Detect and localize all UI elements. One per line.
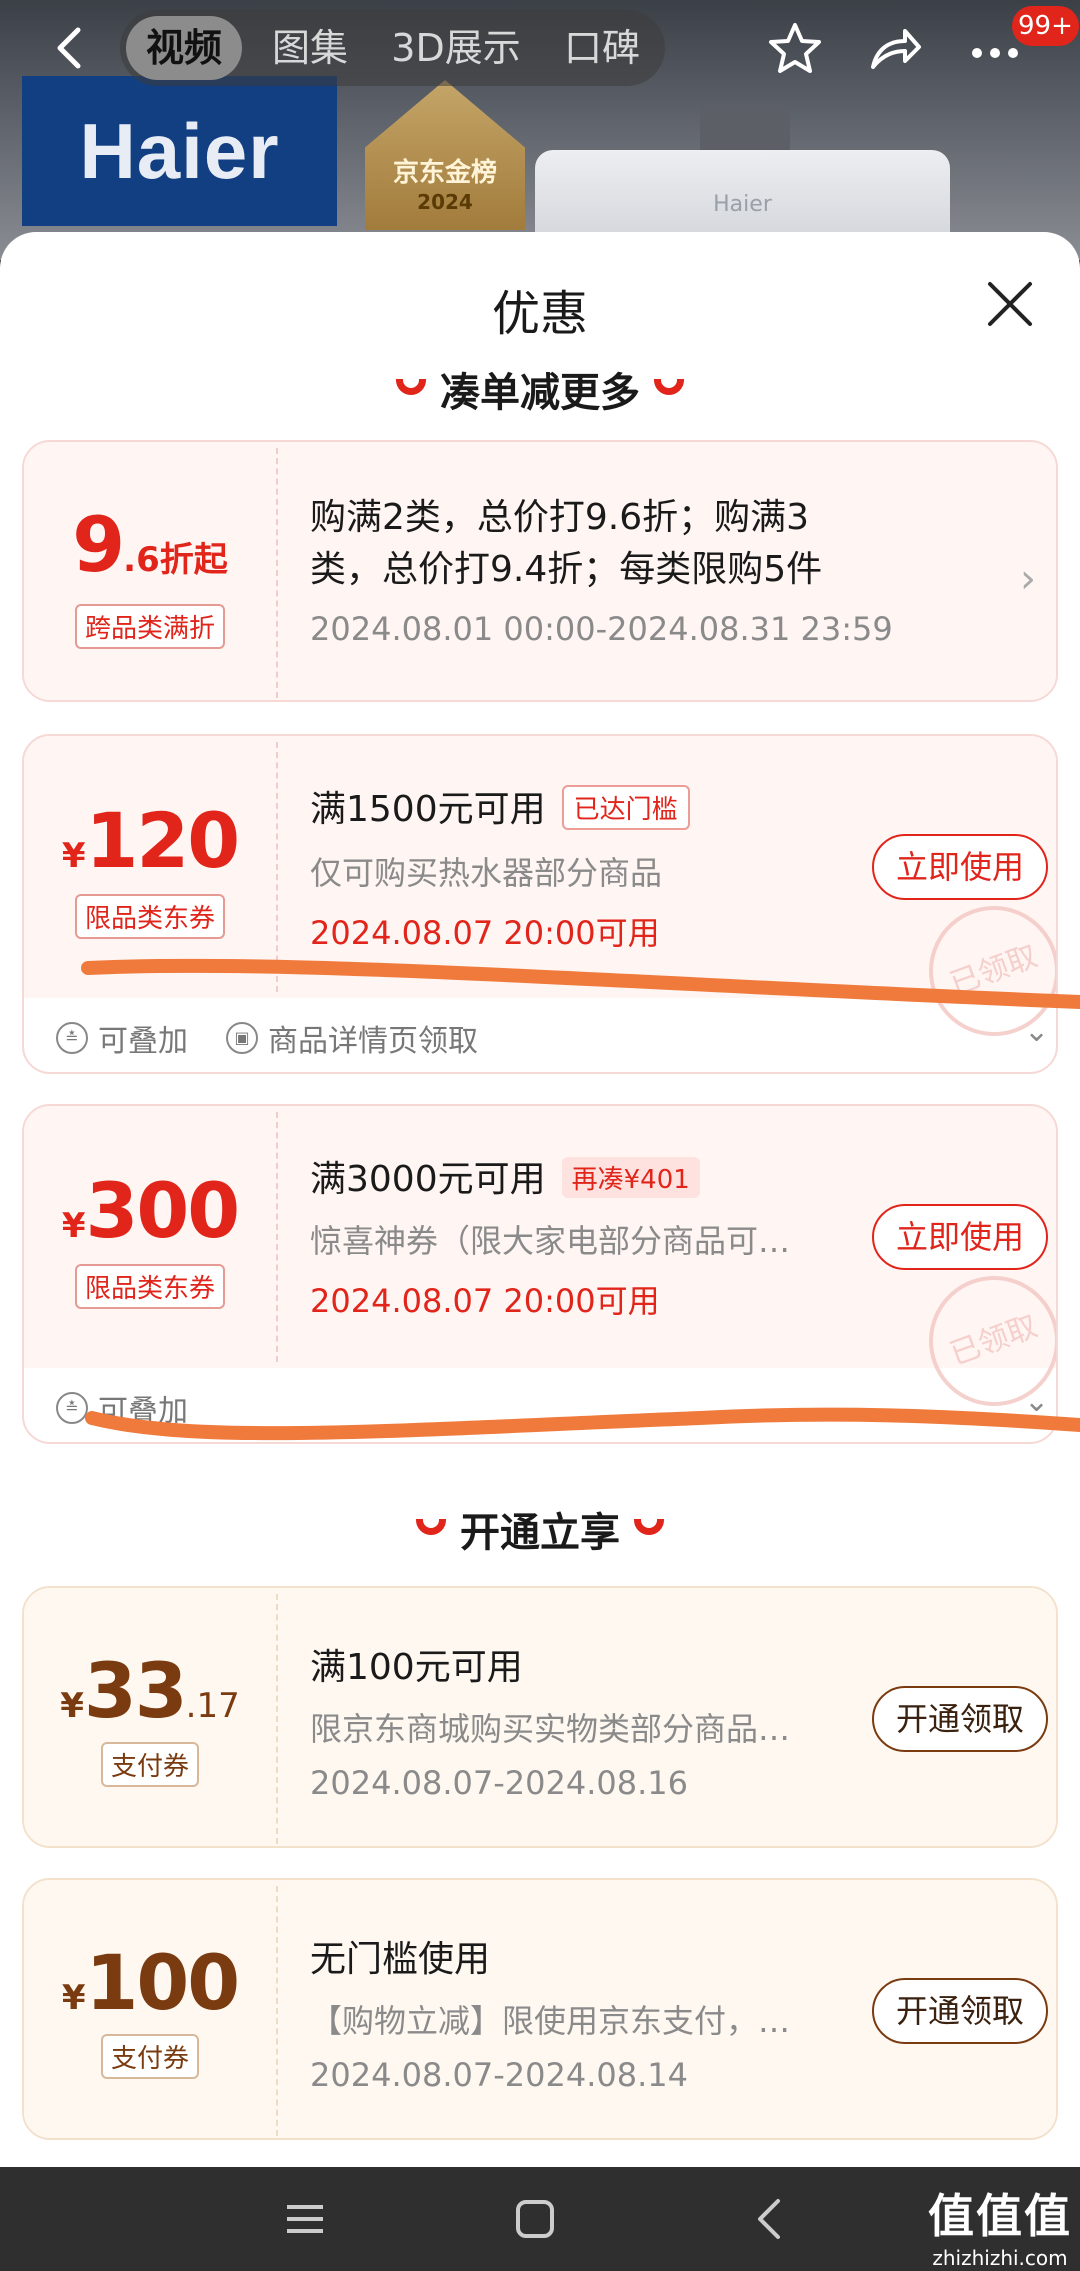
- coupon-info: 满3000元可用 再凑¥401 惊喜神券（限大家电部分商品可… 2024.08.0…: [310, 1150, 830, 1322]
- tab-3d[interactable]: 3D展示: [376, 16, 536, 80]
- activate-claim-button[interactable]: 开通领取: [872, 1686, 1048, 1752]
- message-count-badge: 99+: [1012, 6, 1079, 46]
- activate-claim-button[interactable]: 开通领取: [872, 1978, 1048, 2044]
- coupon-type-tag: 支付券: [24, 1742, 276, 1787]
- coupon-scope: 惊喜神券（限大家电部分商品可…: [310, 1222, 791, 1260]
- coupon-type-tag: 限品类东券: [24, 894, 276, 939]
- ranking-badge: 京东金榜 2024: [365, 80, 525, 230]
- section-heading-text: 凑单减更多: [440, 370, 640, 416]
- home-button[interactable]: [505, 2189, 565, 2249]
- discount-rule-line2: 类，总价打9.4折；每类限购5件: [310, 549, 823, 590]
- ticket-icon: ▣: [226, 1022, 258, 1054]
- smile-icon: [634, 1519, 664, 1535]
- discount-rule-line1: 购满2类，总价打9.6折；购满3: [310, 497, 810, 538]
- smile-icon: [396, 379, 426, 395]
- coupon-card-300: ¥300 限品类东券 满3000元可用 再凑¥401 惊喜神券（限大家电部分商品可…: [22, 1104, 1058, 1444]
- claim-source-label: ▣ 商品详情页领取: [226, 1016, 478, 1060]
- top-bar: 视频 图集 3D展示 口碑 99+: [0, 0, 1080, 100]
- discount-type-tag: 跨品类满折: [24, 604, 276, 649]
- chevron-down-icon[interactable]: ⌄: [1024, 1014, 1049, 1049]
- coupon-type-tag: 支付券: [24, 2034, 276, 2079]
- stack-icon: ≛: [56, 1022, 88, 1054]
- payment-coupon-card-100: ¥100 支付券 无门槛使用 【购物立减】限使用京东支付，… 2024.08.0…: [22, 1878, 1058, 2140]
- use-now-button[interactable]: 立即使用: [872, 834, 1048, 900]
- home-icon: [516, 2200, 554, 2238]
- menu-button[interactable]: [275, 2189, 335, 2249]
- coupon-threshold: 满100元可用: [310, 1647, 523, 1688]
- coupon-info: 满100元可用 限京东商城购买实物类部分商品… 2024.08.07-2024.…: [310, 1638, 830, 1802]
- back-button[interactable]: [40, 18, 100, 78]
- coupon-card-120: ¥120 限品类东券 满1500元可用 已达门槛 仅可购买热水器部分商品 2024…: [22, 734, 1058, 1074]
- coupon-footer: ≛ 可叠加 ▣ 商品详情页领取 ⌄: [24, 998, 1056, 1072]
- coupon-amount: ¥33.17: [60, 1646, 240, 1735]
- discount-info: 购满2类，总价打9.6折；购满3 类，总价打9.4折；每类限购5件 2024.0…: [310, 492, 893, 648]
- share-icon: [871, 29, 921, 69]
- stackable-label: ≛ 可叠加: [56, 1016, 188, 1060]
- media-tabs: 视频 图集 3D展示 口碑: [120, 10, 665, 86]
- ranking-badge-title: 京东金榜: [392, 158, 497, 188]
- coupon-scope: 限京东商城购买实物类部分商品…: [310, 1710, 791, 1748]
- coupon-info: 无门槛使用 【购物立减】限使用京东支付，… 2024.08.07-2024.08…: [310, 1930, 830, 2094]
- coupon-validity: 2024.08.07-2024.08.16: [310, 1764, 688, 1802]
- discount-sheet: 优惠 凑单减更多 9.6折起 跨品类满折 购满2类，总价打9.6折；购满3 类，…: [0, 232, 1080, 2167]
- section-heading-bundle: 凑单减更多: [0, 360, 1080, 418]
- tab-video[interactable]: 视频: [126, 16, 242, 80]
- watermark-logo: 值值值: [928, 2189, 1072, 2243]
- share-button[interactable]: [860, 14, 930, 84]
- system-nav-bar: [0, 2167, 1080, 2271]
- system-back-button[interactable]: [740, 2189, 800, 2249]
- coupon-footer: ≛ 可叠加 ⌄: [24, 1368, 1056, 1442]
- smile-icon: [416, 1519, 446, 1535]
- chevron-down-icon[interactable]: ⌄: [1024, 1384, 1049, 1419]
- coupon-amount: ¥120: [61, 796, 240, 885]
- chevron-right-icon: ›: [1020, 556, 1036, 602]
- tab-gallery[interactable]: 图集: [252, 16, 368, 80]
- stackable-label: ≛ 可叠加: [56, 1386, 188, 1430]
- close-button[interactable]: [978, 272, 1042, 336]
- discount-amount: 9.6折起: [72, 500, 228, 589]
- section-heading-text: 开通立享: [460, 1510, 620, 1556]
- watermark-url: zhizhizhi.com: [932, 2246, 1068, 2270]
- coupon-validity: 2024.08.07 20:00可用: [310, 1282, 660, 1320]
- smile-icon: [654, 379, 684, 395]
- stack-icon: ≛: [56, 1392, 88, 1424]
- close-icon: [988, 282, 1032, 326]
- back-arrow-icon: [758, 2199, 780, 2239]
- tab-reviews[interactable]: 口碑: [544, 16, 660, 80]
- remaining-amount-badge: 再凑¥401: [561, 1156, 700, 1198]
- threshold-reached-badge: 已达门槛: [561, 784, 690, 830]
- use-now-button[interactable]: 立即使用: [872, 1204, 1048, 1270]
- sheet-title: 优惠: [491, 286, 588, 342]
- coupon-threshold: 满3000元可用 再凑¥401: [310, 1150, 830, 1202]
- discount-card-cross-category[interactable]: 9.6折起 跨品类满折 购满2类，总价打9.6折；购满3 类，总价打9.4折；每…: [22, 440, 1058, 702]
- back-icon: [57, 27, 81, 69]
- coupon-threshold: 满1500元可用 已达门槛: [310, 780, 830, 834]
- device-brand-text: Haier: [713, 192, 772, 217]
- ranking-badge-year: 2024: [417, 190, 473, 214]
- coupon-scope: 【购物立减】限使用京东支付，…: [310, 2002, 791, 2040]
- coupon-amount: ¥100: [61, 1938, 240, 2027]
- coupon-validity: 2024.08.07 20:00可用: [310, 913, 660, 952]
- site-watermark: 值值值 zhizhizhi.com: [925, 2180, 1075, 2270]
- favorite-button[interactable]: [760, 14, 830, 84]
- coupon-type-tag: 限品类东券: [24, 1264, 276, 1309]
- section-heading-activate: 开通立享: [0, 1500, 1080, 1558]
- coupon-validity: 2024.08.07-2024.08.14: [310, 2056, 688, 2094]
- payment-coupon-card-33: ¥33.17 支付券 满100元可用 限京东商城购买实物类部分商品… 2024.…: [22, 1586, 1058, 1848]
- coupon-threshold: 无门槛使用: [310, 1939, 491, 1980]
- coupon-info: 满1500元可用 已达门槛 仅可购买热水器部分商品 2024.08.07 20:0…: [310, 780, 830, 954]
- coupon-scope: 仅可购买热水器部分商品: [310, 853, 663, 892]
- star-icon: [769, 23, 821, 73]
- menu-icon: [287, 2205, 323, 2233]
- discount-validity: 2024.08.01 00:00-2024.08.31 23:59: [310, 610, 893, 648]
- coupon-amount: ¥300: [61, 1166, 240, 1255]
